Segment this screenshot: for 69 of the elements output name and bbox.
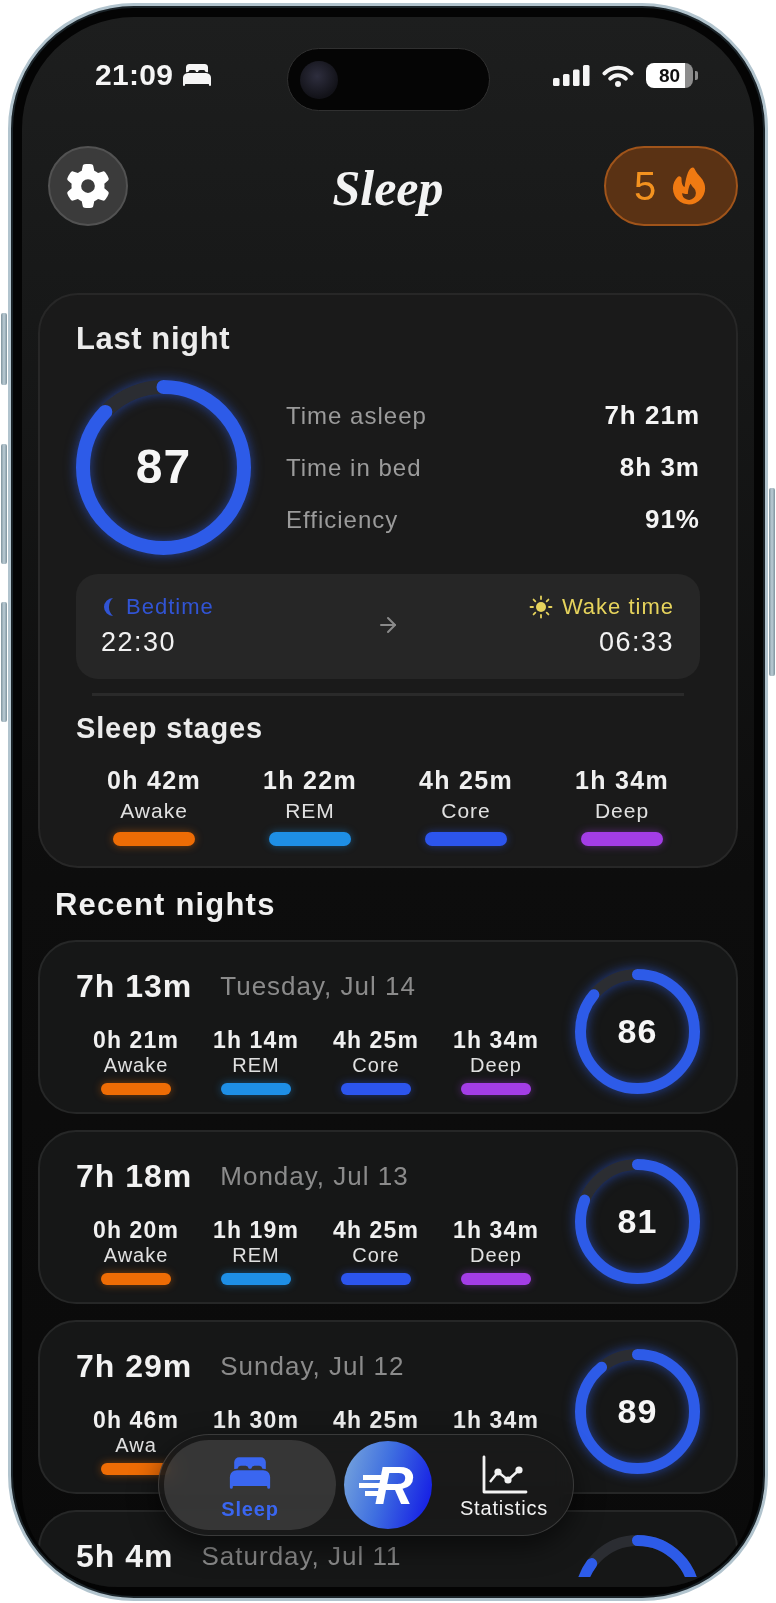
stat-value: 7h 21m xyxy=(604,400,700,431)
stage-label: Deep xyxy=(470,1243,522,1267)
stage-duration: 0h 46m xyxy=(93,1407,179,1433)
stat-value: 8h 3m xyxy=(619,452,700,483)
stage-label: Core xyxy=(441,798,491,824)
wifi-icon xyxy=(602,64,634,87)
stage-duration: 4h 25m xyxy=(419,766,513,794)
streak-button[interactable]: 5 xyxy=(604,146,738,226)
stage-label: Awa xyxy=(115,1433,157,1457)
night-duration: 5h 4m xyxy=(76,1537,174,1575)
stat-label: Time in bed xyxy=(286,453,422,482)
sleep-score: 81 xyxy=(617,1202,658,1241)
side-button[interactable] xyxy=(1,313,7,385)
settings-icon xyxy=(66,164,110,208)
schedule-time: 06:33 xyxy=(598,627,674,657)
sleep-score: 87 xyxy=(135,441,192,494)
stage-label: Deep xyxy=(470,1053,522,1077)
stat-label: Efficiency xyxy=(286,505,399,534)
stat-value: 91% xyxy=(644,504,700,535)
side-button[interactable] xyxy=(1,444,7,564)
stage-label: Awake xyxy=(103,1053,169,1077)
stage-duration: 1h 19m xyxy=(213,1217,299,1243)
night-card[interactable]: 7h 18m Monday, Jul 13 0h 20m Awake 1h 19m REM 4h 25m Core 1h 34m Deep 81 xyxy=(38,1130,738,1304)
signal-icon xyxy=(553,65,590,86)
stage-duration: 0h 20m xyxy=(93,1217,179,1243)
camera-lens-icon xyxy=(299,60,338,99)
side-button[interactable] xyxy=(769,488,775,676)
schedule-label: Bedtime xyxy=(126,594,214,620)
stage-duration: 4h 25m xyxy=(333,1217,419,1243)
night-date: Sunday, Jul 12 xyxy=(220,1350,405,1382)
night-duration: 7h 29m xyxy=(76,1347,193,1385)
schedule-time: 22:30 xyxy=(101,627,177,657)
sleep-score: 86 xyxy=(617,1012,658,1051)
stage-label: Awake xyxy=(120,798,188,824)
stage-label: Core xyxy=(352,1053,400,1077)
section-title: Sleep stages xyxy=(76,711,264,745)
sleep-score: 89 xyxy=(617,1392,658,1431)
night-card[interactable]: 7h 13m Tuesday, Jul 14 0h 21m Awake 1h 14m REM 4h 25m Core 1h 34m Deep 86 xyxy=(38,940,738,1114)
night-date: Monday, Jul 13 xyxy=(220,1160,409,1192)
stage-label: REM xyxy=(232,1243,280,1267)
stage-label: REM xyxy=(285,798,335,824)
stage-duration: 1h 30m xyxy=(213,1407,299,1433)
stage-label: Awake xyxy=(103,1243,169,1267)
stat-label: Time asleep xyxy=(286,401,427,430)
stage-duration: 4h 25m xyxy=(333,1027,419,1053)
stage-duration: 1h 34m xyxy=(575,766,669,794)
logo-button[interactable]: R xyxy=(344,1441,432,1529)
card-title: Last night xyxy=(76,320,232,358)
night-duration: 7h 18m xyxy=(76,1157,193,1195)
night-duration: 7h 13m xyxy=(76,967,193,1005)
stage-label: Deep xyxy=(594,798,650,824)
night-date: Tuesday, Jul 14 xyxy=(220,970,416,1002)
stage-label: Core xyxy=(352,1243,400,1267)
side-button[interactable] xyxy=(1,602,7,722)
stage-duration: 1h 34m xyxy=(453,1217,539,1243)
section-title: Recent nights xyxy=(55,887,277,923)
status-time: 21:09 xyxy=(95,57,174,92)
stage-duration: 1h 22m xyxy=(263,766,357,794)
stage-duration: 4h 25m xyxy=(333,1407,419,1433)
page-title: Sleep xyxy=(332,160,444,216)
stage-label: REM xyxy=(232,1053,280,1077)
stage-duration: 1h 14m xyxy=(213,1027,299,1053)
stage-duration: 1h 34m xyxy=(453,1407,539,1433)
battery-indicator: 80 xyxy=(646,63,698,88)
stage-duration: 0h 42m xyxy=(107,766,201,794)
stage-duration: 1h 34m xyxy=(453,1027,539,1053)
stage-duration: 0h 21m xyxy=(93,1027,179,1053)
night-date: Saturday, Jul 11 xyxy=(201,1540,402,1572)
schedule-label: Wake time xyxy=(561,594,674,620)
